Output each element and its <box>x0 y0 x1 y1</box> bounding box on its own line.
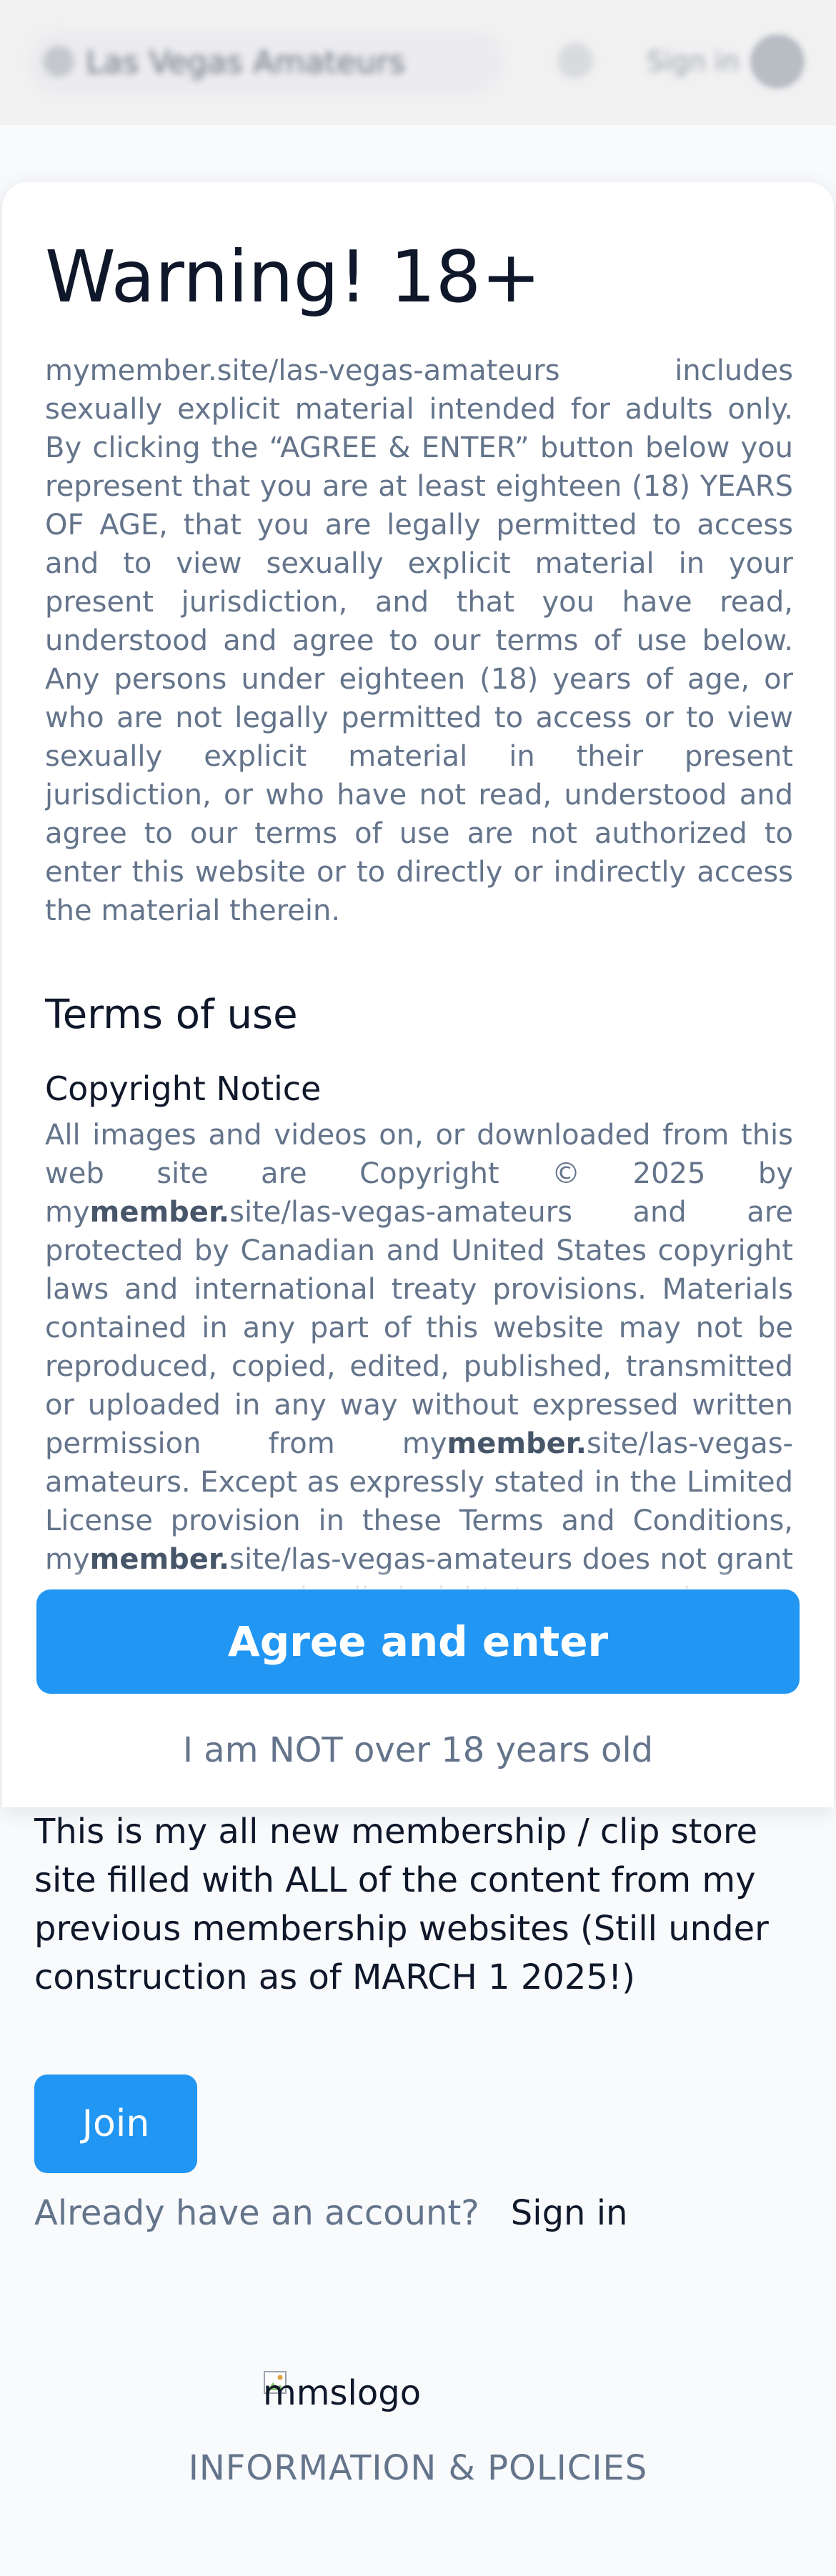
not-over-18-link[interactable]: I am NOT over 18 years old <box>2 1725 834 1775</box>
warning-text: mymember.site/las-vegas-amateurs include… <box>45 354 793 927</box>
site-header: Las Vegas Amateurs Sign in <box>0 0 836 125</box>
account-row: Already have an account? Sign in <box>34 2187 627 2239</box>
agree-and-enter-button[interactable]: Agree and enter <box>36 1589 800 1694</box>
site-brand: mymember.site/las-vegas-amateurs <box>45 1196 573 1229</box>
terms-of-use-title: Terms of use <box>45 992 298 1038</box>
information-policies-link[interactable]: INFORMATION & POLICIES <box>0 2443 836 2493</box>
header-title: Las Vegas Amateurs <box>86 44 406 81</box>
account-question: Already have an account? <box>34 2193 479 2233</box>
header-site-switcher[interactable]: Las Vegas Amateurs <box>29 30 504 94</box>
scroll-fade <box>2 1568 834 1591</box>
search-icon[interactable] <box>557 43 593 79</box>
modal-title: Warning! 18+ <box>45 235 542 319</box>
user-avatar-icon[interactable] <box>750 34 805 89</box>
footer-logo: mmslogo <box>263 2370 477 2415</box>
site-avatar-icon <box>43 46 74 77</box>
join-button[interactable]: Join <box>34 2075 197 2173</box>
sign-in-link[interactable]: Sign in <box>511 2193 628 2233</box>
modal-scroll-area[interactable]: mymember.site/las-vegas-amateurs include… <box>45 351 793 1723</box>
logo-alt-text: mmslogo <box>263 2373 422 2413</box>
header-sign-in-link[interactable]: Sign in <box>647 46 740 77</box>
age-gate-modal: Warning! 18+ mymember.site/las-vegas-ama… <box>2 182 834 1807</box>
copyright-notice-title: Copyright Notice <box>45 1069 322 1108</box>
intro-text: This is my all new membership / clip sto… <box>34 1812 769 1997</box>
